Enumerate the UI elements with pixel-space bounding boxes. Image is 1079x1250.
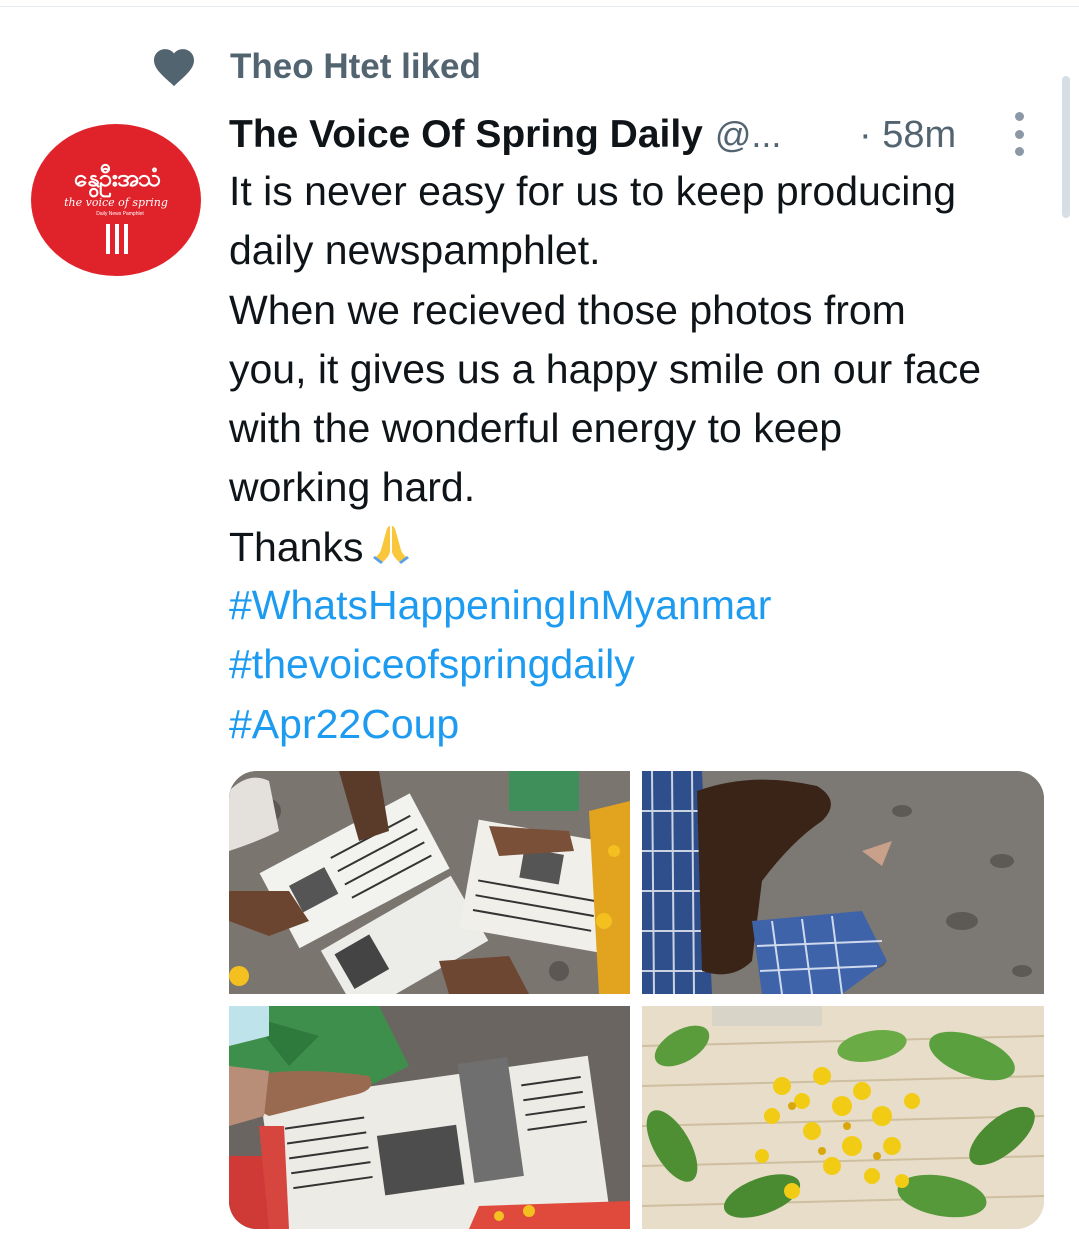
avatar[interactable]: နွေဦးအသံ the voice of spring Daily News … <box>31 124 201 276</box>
photo-hands-holding-newspamphlets[interactable] <box>229 771 630 994</box>
tweet-time[interactable]: · 58m <box>859 114 956 157</box>
tweet-body: It is never easy for us to keep producin… <box>229 168 982 570</box>
hashtag-link[interactable]: #Apr22Coup <box>229 695 1059 754</box>
avatar-english-text: the voice of spring <box>64 196 168 209</box>
avatar-sub-text: Daily News Pamphlet <box>96 211 144 217</box>
photo-arm-on-gravel[interactable] <box>642 771 1044 994</box>
hashtag-link[interactable]: #thevoiceofspringdaily <box>229 635 1059 694</box>
social-context-text: Theo Htet liked <box>230 47 481 86</box>
user-handle[interactable]: @... <box>715 114 782 156</box>
hashtag-link[interactable]: #WhatsHappeningInMyanmar <box>229 576 1059 635</box>
scrollbar[interactable] <box>1062 76 1070 218</box>
display-name[interactable]: The Voice Of Spring Daily <box>229 113 703 157</box>
avatar-bars-logo <box>106 224 128 254</box>
media-grid <box>229 771 1044 1229</box>
heart-icon <box>150 44 198 90</box>
tweet-text: It is never easy for us to keep producin… <box>229 162 1059 580</box>
folded-hands-emoji-icon <box>369 520 413 580</box>
avatar-burmese-text: နွေဦးအသံ <box>73 164 162 192</box>
tweet-header: The Voice Of Spring Daily @... · 58m <box>229 110 1059 160</box>
photo-yellow-flowers-basket[interactable] <box>642 1006 1044 1229</box>
photo-hand-on-newspamphlet[interactable] <box>229 1006 630 1229</box>
social-context[interactable]: Theo Htet liked <box>150 44 481 90</box>
hashtag-list: #WhatsHappeningInMyanmar #thevoiceofspri… <box>229 576 1059 754</box>
more-icon[interactable] <box>1007 112 1031 156</box>
top-divider <box>0 6 1079 7</box>
